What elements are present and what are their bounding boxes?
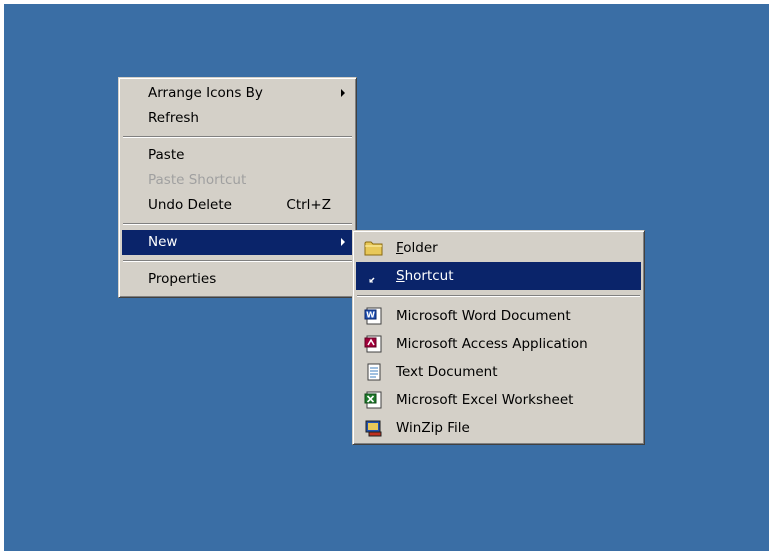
menu-item-label: hortcut <box>404 268 454 284</box>
menu-item-label: Paste Shortcut <box>148 172 247 188</box>
menu-item-label: Undo Delete <box>148 197 232 213</box>
menu-item-refresh[interactable]: Refresh <box>122 106 353 131</box>
new-submenu: Folder Shortcut W Microsoft Word Documen… <box>352 230 645 445</box>
menu-item-shortcut-key: Ctrl+Z <box>286 197 331 213</box>
menu-item-new[interactable]: New <box>122 230 353 255</box>
menu-item-label: Refresh <box>148 110 199 126</box>
menu-item-label: Text Document <box>396 364 498 380</box>
menu-item-arrange-icons-by[interactable]: Arrange Icons By <box>122 81 353 106</box>
menu-item-undo-delete[interactable]: Undo Delete Ctrl+Z <box>122 193 353 218</box>
menu-item-paste[interactable]: Paste <box>122 143 353 168</box>
submenu-arrow-icon <box>341 89 345 97</box>
menu-item-label: WinZip File <box>396 420 470 436</box>
desktop-context-menu: Arrange Icons By Refresh Paste Paste Sho… <box>118 77 357 298</box>
shortcut-icon <box>369 277 375 283</box>
menu-item-label: Arrange Icons By <box>148 85 263 101</box>
submenu-item-access-application[interactable]: Microsoft Access Application <box>356 330 641 358</box>
menu-item-paste-shortcut: Paste Shortcut <box>122 168 353 193</box>
menu-separator <box>123 260 352 262</box>
svg-text:W: W <box>366 311 375 320</box>
menu-item-label: Microsoft Word Document <box>396 308 571 324</box>
menu-item-label: Paste <box>148 147 185 163</box>
folder-icon <box>364 241 383 256</box>
submenu-item-shortcut[interactable]: Shortcut <box>356 262 641 290</box>
submenu-item-folder[interactable]: Folder <box>356 234 641 262</box>
submenu-item-word-document[interactable]: W Microsoft Word Document <box>356 302 641 330</box>
menu-separator <box>357 295 640 297</box>
submenu-item-excel-worksheet[interactable]: Microsoft Excel Worksheet <box>356 386 641 414</box>
menu-separator <box>123 136 352 138</box>
winzip-icon <box>365 420 382 437</box>
menu-item-label: older <box>403 240 438 256</box>
excel-icon <box>364 391 382 409</box>
menu-item-label: Microsoft Excel Worksheet <box>396 392 574 408</box>
text-document-icon <box>367 363 381 381</box>
submenu-item-winzip-file[interactable]: WinZip File <box>356 414 641 442</box>
word-icon: W <box>364 307 382 325</box>
access-icon <box>364 335 382 353</box>
menu-item-accelerator: S <box>396 268 405 284</box>
menu-item-properties[interactable]: Properties <box>122 267 353 292</box>
menu-item-label: Properties <box>148 271 217 287</box>
menu-item-label: Microsoft Access Application <box>396 336 588 352</box>
submenu-arrow-icon <box>341 238 345 246</box>
submenu-item-text-document[interactable]: Text Document <box>356 358 641 386</box>
menu-separator <box>123 223 352 225</box>
menu-item-label: New <box>148 234 178 250</box>
